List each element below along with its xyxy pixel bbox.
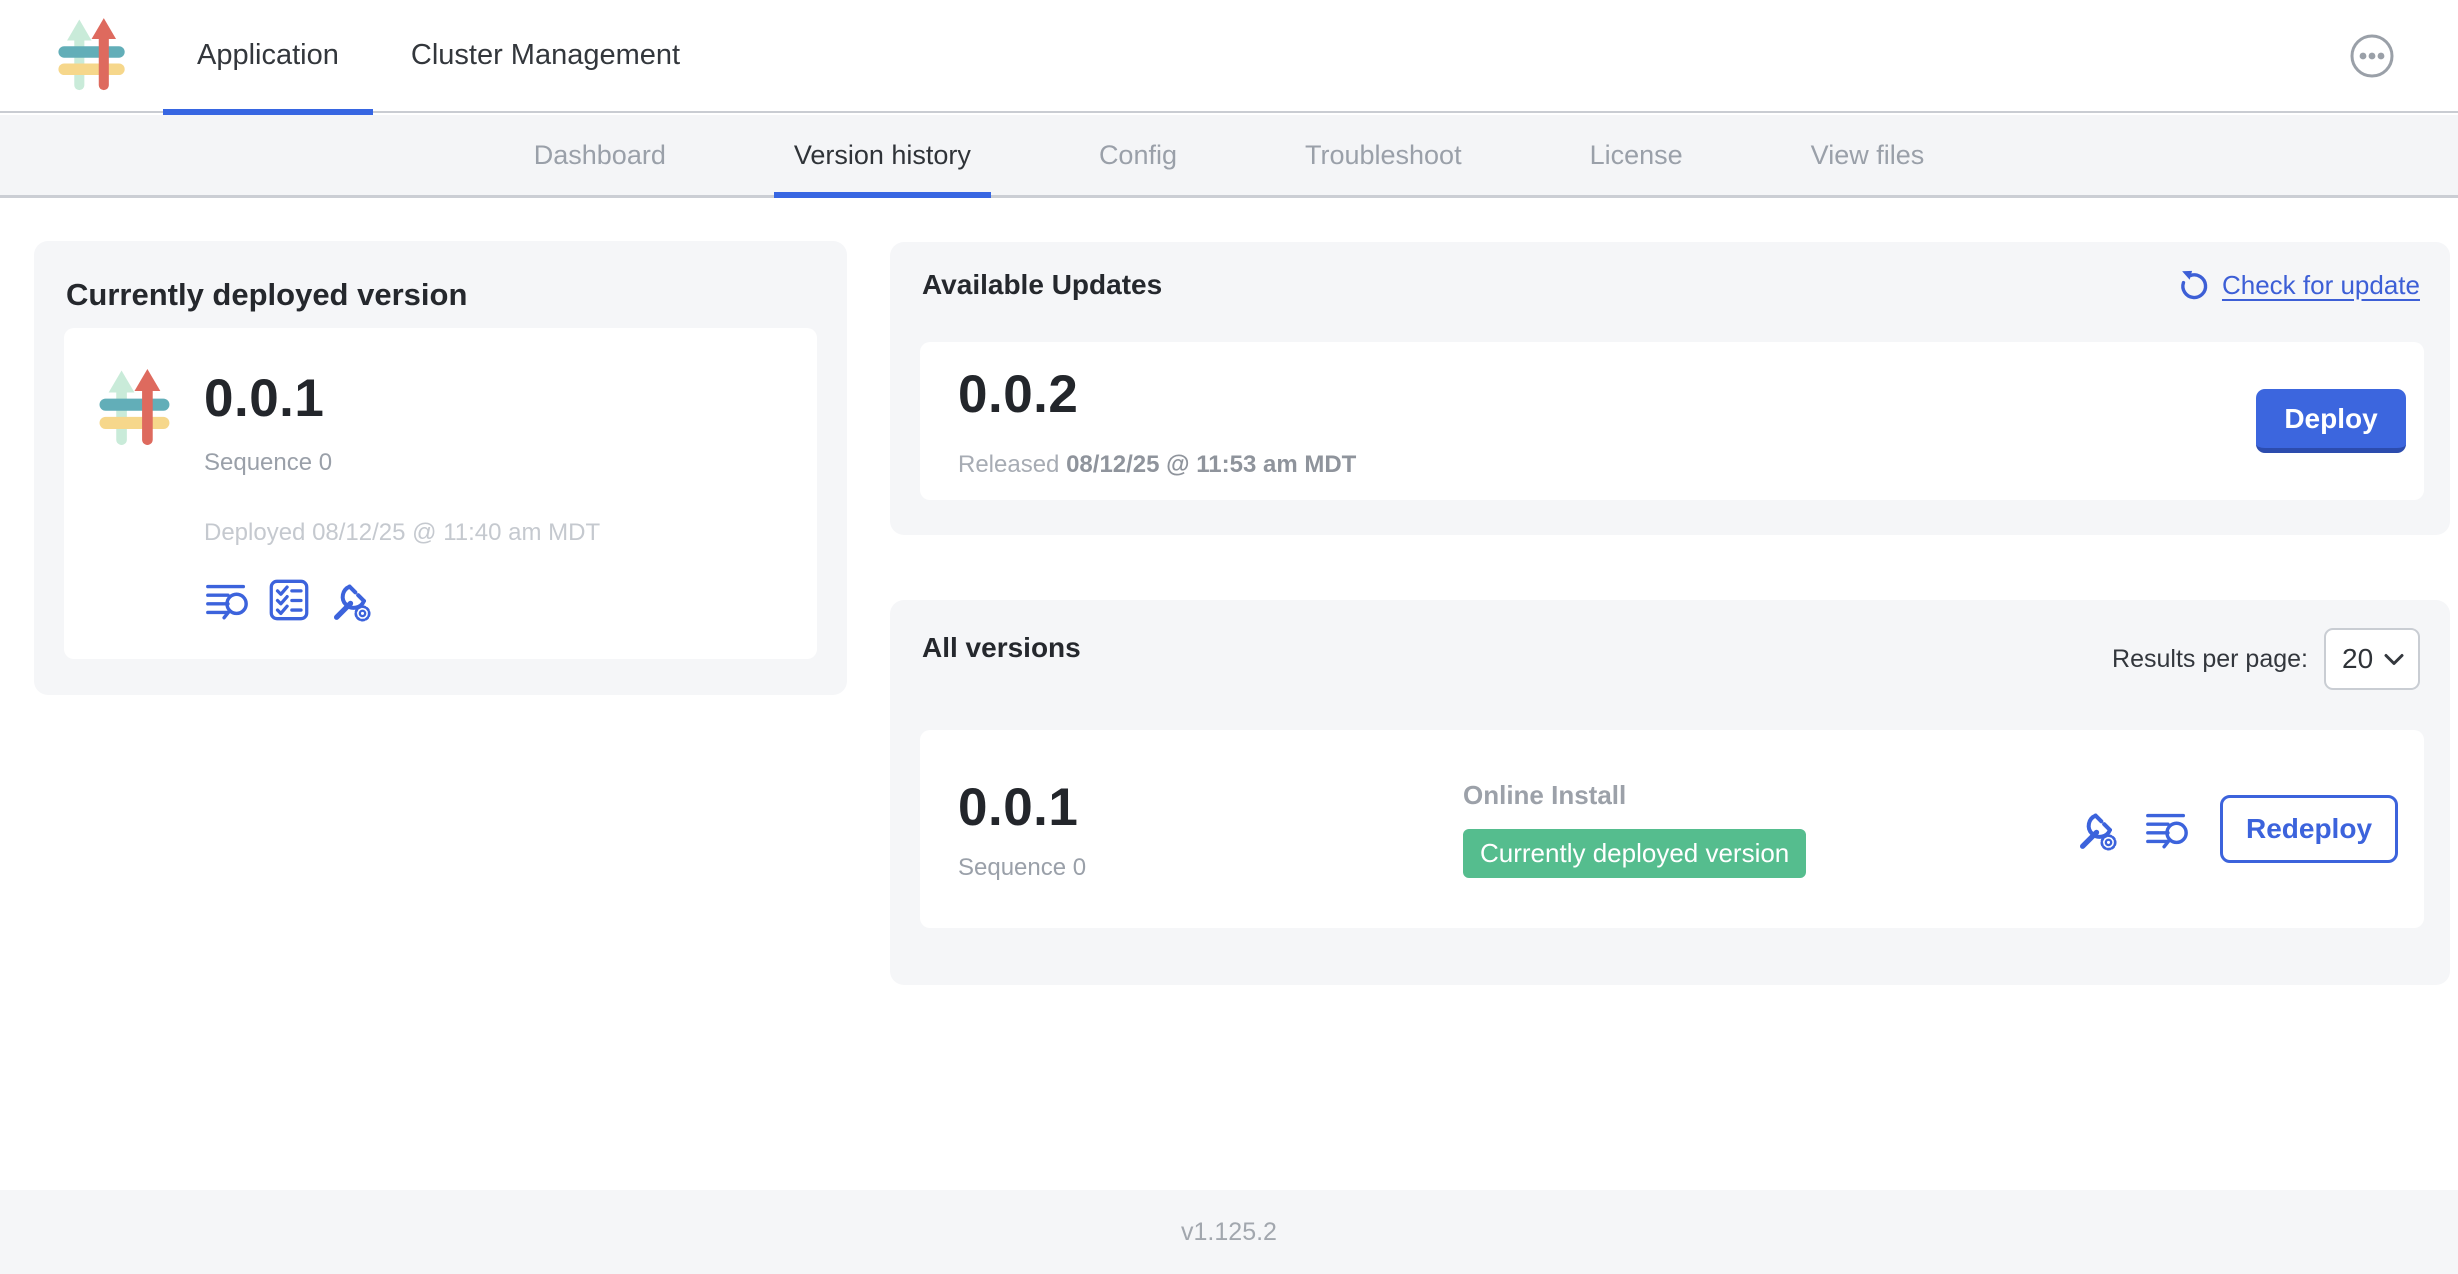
tab-troubleshoot[interactable]: Troubleshoot <box>1241 115 1526 195</box>
sub-nav: Dashboard Version history Config Trouble… <box>0 115 2458 198</box>
footer: v1.125.2 <box>0 1190 2458 1274</box>
deploy-button[interactable]: Deploy <box>2256 389 2406 453</box>
check-for-update-label: Check for update <box>2222 270 2420 301</box>
update-released-timestamp: Released 08/12/25 @ 11:53 am MDT <box>958 451 1356 479</box>
check-for-update-link[interactable]: Check for update <box>2176 268 2420 302</box>
tab-dashboard[interactable]: Dashboard <box>470 115 730 195</box>
tab-config[interactable]: Config <box>1035 115 1241 195</box>
results-per-page-label: Results per page: <box>2112 645 2308 674</box>
top-tab-bar: Application Cluster Management <box>161 0 716 113</box>
available-updates-title: Available Updates <box>922 269 1162 301</box>
all-versions-title: All versions <box>922 632 1081 664</box>
install-type-label: Online Install <box>1463 780 1806 811</box>
results-per-page-select[interactable]: 20 <box>2324 628 2420 690</box>
top-nav: Application Cluster Management <box>0 0 2458 113</box>
currently-deployed-card: Currently deployed version 0.0.1 Sequenc… <box>34 241 847 695</box>
update-version-number: 0.0.2 <box>958 364 1356 425</box>
ellipsis-circle-icon[interactable] <box>2349 33 2395 79</box>
status-badge: Currently deployed version <box>1463 829 1806 878</box>
console-version: v1.125.2 <box>1181 1218 1277 1246</box>
deployed-sequence: Sequence 0 <box>204 449 600 477</box>
all-versions-card: All versions Results per page: 20 0.0.1 … <box>890 600 2450 985</box>
version-row: 0.0.1 Sequence 0 Online Install Currentl… <box>920 730 2424 928</box>
redeploy-button[interactable]: Redeploy <box>2220 795 2398 863</box>
top-tab-cluster-management[interactable]: Cluster Management <box>375 0 716 113</box>
refresh-icon <box>2176 268 2210 302</box>
tab-view-files[interactable]: View files <box>1747 115 1989 195</box>
app-logo-icon <box>57 13 129 101</box>
available-update-item: 0.0.2 Released 08/12/25 @ 11:53 am MDT D… <box>920 342 2424 500</box>
config-icon[interactable] <box>2074 806 2120 852</box>
currently-deployed-title: Currently deployed version <box>66 277 467 313</box>
view-logs-icon[interactable] <box>204 577 250 623</box>
tab-version-history[interactable]: Version history <box>730 115 1035 195</box>
currently-deployed-detail: 0.0.1 Sequence 0 Deployed 08/12/25 @ 11:… <box>64 328 817 659</box>
tab-license[interactable]: License <box>1526 115 1747 195</box>
deployed-action-icons <box>204 577 600 623</box>
app-logo-icon <box>98 360 174 460</box>
available-updates-card: Available Updates Check for update 0.0.2… <box>890 242 2450 535</box>
preflight-checks-icon[interactable] <box>266 577 312 623</box>
top-tab-application[interactable]: Application <box>161 0 375 113</box>
deployed-timestamp: Deployed 08/12/25 @ 11:40 am MDT <box>204 519 600 547</box>
chevron-down-icon <box>2384 653 2404 666</box>
results-per-page-value: 20 <box>2342 643 2373 675</box>
config-icon[interactable] <box>328 577 374 623</box>
row-sequence: Sequence 0 <box>958 854 1463 882</box>
view-logs-icon[interactable] <box>2144 806 2190 852</box>
deployed-version-number: 0.0.1 <box>204 368 600 429</box>
row-version-number: 0.0.1 <box>958 777 1463 838</box>
